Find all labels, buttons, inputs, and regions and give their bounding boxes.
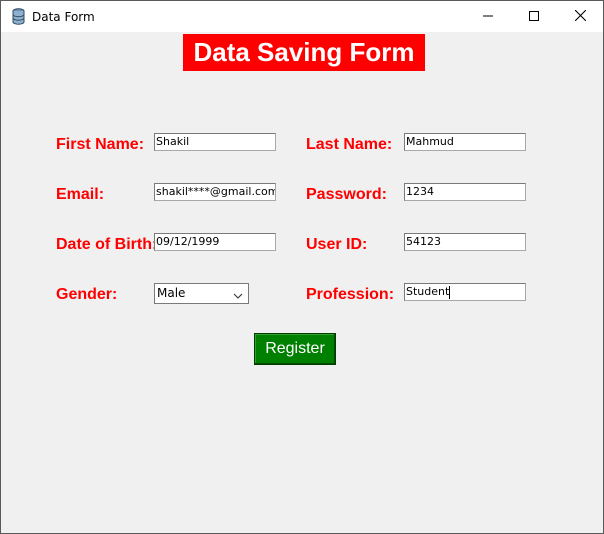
user-id-input[interactable]: 54123 xyxy=(404,233,526,251)
profession-label: Profession: xyxy=(306,286,395,303)
title-bar[interactable]: Data Form xyxy=(1,1,603,32)
last-name-label: Last Name: xyxy=(306,136,393,153)
gender-label: Gender: xyxy=(56,286,118,303)
profession-value: Student xyxy=(406,285,450,298)
close-icon xyxy=(574,8,586,26)
gender-select[interactable]: Male xyxy=(154,283,249,304)
minimize-icon xyxy=(483,8,493,26)
minimize-button[interactable] xyxy=(465,1,511,32)
email-label: Email: xyxy=(56,186,105,203)
first-name-label: First Name: xyxy=(56,136,145,153)
app-window: Data Form Data Saving Form First Name: S… xyxy=(0,0,604,534)
text-caret xyxy=(449,285,451,299)
register-button[interactable]: Register xyxy=(254,333,336,365)
dob-label: Date of Birth: xyxy=(56,236,158,253)
password-label: Password: xyxy=(306,186,387,203)
maximize-button[interactable] xyxy=(511,1,557,32)
form-heading: Data Saving Form xyxy=(183,34,425,71)
profession-input[interactable]: Student xyxy=(404,283,526,301)
window-title: Data Form xyxy=(32,10,95,24)
first-name-input[interactable]: Shakil xyxy=(154,133,276,151)
maximize-icon xyxy=(529,8,539,26)
password-input[interactable]: 1234 xyxy=(404,183,526,201)
last-name-input[interactable]: Mahmud xyxy=(404,133,526,151)
close-button[interactable] xyxy=(557,1,603,32)
email-input[interactable]: shakil****@gmail.com xyxy=(154,183,276,201)
user-id-label: User ID: xyxy=(306,236,368,253)
dob-input[interactable]: 09/12/1999 xyxy=(154,233,276,251)
database-icon xyxy=(12,8,25,25)
gender-selected-value: Male xyxy=(157,286,186,300)
chevron-down-icon xyxy=(233,288,243,299)
